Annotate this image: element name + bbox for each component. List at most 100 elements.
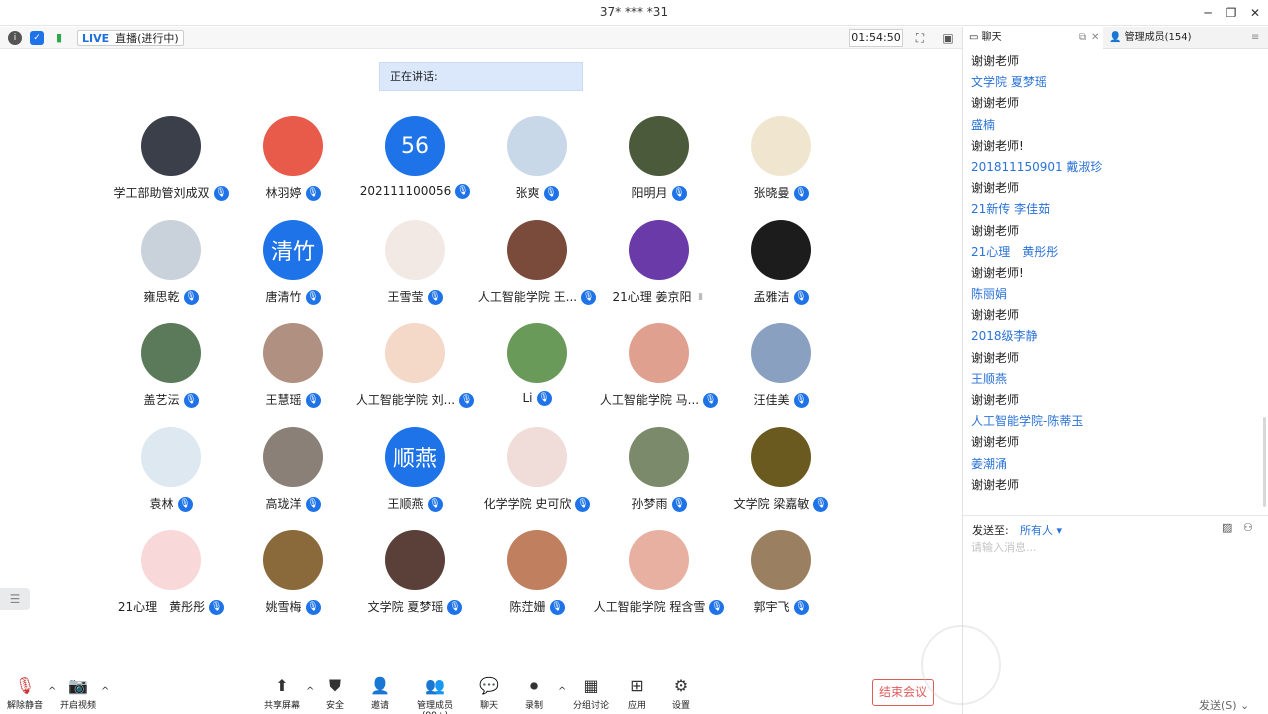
list-toggle-icon[interactable]: ☰ [0, 588, 30, 610]
participant-tile[interactable]: 清竹 唐清竹 🎙 [232, 219, 354, 320]
avatar[interactable] [629, 426, 689, 487]
security-button[interactable]: ⛊ 安全 [310, 676, 360, 711]
participant-tile[interactable]: 张爽 🎙 [476, 116, 598, 216]
participant-tile[interactable]: 王慧瑶 🎙 [232, 323, 354, 423]
apps-button[interactable]: ⊞ 应用 [612, 676, 662, 711]
participant-tile[interactable]: Li 🎙 [476, 323, 598, 423]
avatar[interactable] [751, 219, 811, 280]
participant-tile[interactable]: 张晓曼 🎙 [720, 116, 842, 216]
avatar[interactable] [507, 219, 567, 280]
chat-sender-name[interactable]: 201811150901 戴淑珍 [971, 157, 1261, 178]
chat-scrollbar[interactable] [1263, 417, 1266, 507]
avatar[interactable] [141, 323, 201, 383]
chat-input[interactable] [971, 539, 1261, 689]
avatar[interactable] [629, 323, 689, 383]
tab-chat[interactable]: ▭ 聊天 ⧉ ✕ [963, 27, 1103, 49]
participant-tile[interactable]: 阳明月 🎙 [598, 116, 720, 216]
start-video-button[interactable]: 📷 开启视频 [53, 676, 103, 711]
avatar[interactable] [629, 530, 689, 590]
send-to-dropdown[interactable]: 所有人 ▾ [1020, 522, 1062, 538]
share-screen-button[interactable]: ⬆ 共享屏幕 [257, 676, 307, 711]
avatar[interactable] [263, 323, 323, 383]
chat-sender-name[interactable]: 盛楠 [971, 115, 1261, 136]
video-options-caret-icon[interactable]: ^ [101, 686, 109, 697]
participant-tile[interactable]: 化学学院 史可欣 🎙 [476, 426, 598, 527]
panel-menu-icon[interactable]: ≡ [1251, 27, 1267, 49]
shield-icon[interactable]: ✓ [30, 31, 44, 45]
avatar[interactable] [263, 426, 323, 487]
send-button[interactable]: 发送(S) ⌄ [1199, 697, 1249, 713]
unmute-button[interactable]: 🎙 解除静音 [0, 676, 50, 711]
avatar[interactable] [507, 323, 567, 383]
layout-icon[interactable]: ▣ [940, 30, 956, 46]
participant-tile[interactable]: 高珑洋 🎙 [232, 426, 354, 527]
participant-tile[interactable]: 雍思乾 🎙 [110, 219, 232, 320]
avatar[interactable] [141, 219, 201, 280]
chat-button[interactable]: 💬 聊天 [464, 676, 514, 711]
avatar[interactable] [385, 530, 445, 590]
chat-sender-name[interactable]: 人工智能学院-陈蒂玉 [971, 411, 1261, 432]
avatar[interactable] [751, 323, 811, 383]
avatar[interactable] [507, 116, 567, 176]
manage-members-button[interactable]: 👥 管理成员(99+) [404, 676, 466, 714]
fullscreen-icon[interactable]: ⛶ [912, 30, 928, 46]
chat-sender-name[interactable]: 文学院 夏梦瑶 [971, 72, 1261, 93]
avatar[interactable] [263, 116, 323, 176]
avatar[interactable] [629, 219, 689, 280]
participant-tile[interactable]: 袁林 🎙 [110, 426, 232, 527]
participant-tile[interactable]: 人工智能学院 程含雪 🎙 [594, 530, 725, 630]
participant-tile[interactable]: 王雪莹 🎙 [354, 219, 476, 320]
image-icon[interactable]: ▨ [1222, 521, 1232, 534]
participant-tile[interactable]: 孙梦雨 🎙 [598, 426, 720, 527]
chat-sender-name[interactable]: 姜潮涌 [971, 454, 1261, 475]
participant-tile[interactable]: 盖艺沄 🎙 [110, 323, 232, 423]
participant-tile[interactable]: 人工智能学院 王... 🎙 [476, 219, 598, 320]
participant-tile[interactable]: 陈茳姗 🎙 [476, 530, 598, 630]
invite-button[interactable]: 👤 邀请 [355, 676, 405, 711]
chat-sender-name[interactable]: 21心理 黄彤彤 [971, 242, 1261, 263]
participant-tile[interactable]: 汪佳美 🎙 [720, 323, 842, 423]
avatar[interactable] [263, 530, 323, 590]
chat-sender-name[interactable]: 王顺燕 [971, 369, 1261, 390]
participant-tile[interactable]: 郭宇飞 🎙 [720, 530, 842, 630]
avatar[interactable] [141, 530, 201, 590]
popout-icon[interactable]: ⧉ [1079, 27, 1086, 49]
participant-tile[interactable]: 学工部助管刘成双 🎙 [110, 116, 232, 216]
live-status-badge[interactable]: LIVE 直播(进行中) [77, 30, 184, 46]
user-options-icon[interactable]: ⚇ [1243, 521, 1253, 534]
avatar[interactable] [751, 530, 811, 590]
breakout-button[interactable]: ▦ 分组讨论 [566, 676, 616, 711]
avatar[interactable] [629, 116, 689, 176]
chat-sender-name[interactable]: 2018级李静 [971, 326, 1261, 347]
avatar[interactable] [141, 116, 201, 176]
avatar[interactable]: 清竹 [263, 219, 323, 280]
signal-icon[interactable]: ▮ [52, 31, 66, 45]
participant-tile[interactable]: 顺燕 王顺燕 🎙 [354, 426, 476, 527]
restore-button[interactable]: ❐ [1221, 4, 1241, 22]
avatar[interactable] [385, 219, 445, 280]
close-tab-icon[interactable]: ✕ [1091, 27, 1099, 49]
avatar[interactable]: 56 [385, 116, 445, 176]
participant-tile[interactable]: 姚雪梅 🎙 [232, 530, 354, 630]
chat-sender-name[interactable]: 21新传 李佳茹 [971, 199, 1261, 220]
participant-tile[interactable]: 21心理 黄彤彤 🎙 [110, 530, 232, 630]
record-button[interactable]: ⏺ 录制 [509, 676, 559, 711]
participant-tile[interactable]: 孟雅洁 🎙 [720, 219, 842, 320]
participant-tile[interactable]: 21心理 姜京阳 ▮ [598, 219, 720, 320]
participant-tile[interactable]: 人工智能学院 刘... 🎙 [354, 323, 476, 423]
tab-members[interactable]: 👤 管理成员(154) [1105, 27, 1245, 49]
info-icon[interactable]: i [8, 31, 22, 45]
chat-sender-name[interactable]: 陈丽娟 [971, 284, 1261, 305]
avatar[interactable] [751, 116, 811, 176]
avatar[interactable] [141, 426, 201, 487]
participant-tile[interactable]: 文学院 梁嘉敏 🎙 [720, 426, 842, 527]
avatar[interactable] [751, 426, 811, 487]
participant-tile[interactable]: 文学院 夏梦瑶 🎙 [354, 530, 476, 630]
avatar[interactable]: 顺燕 [385, 426, 445, 487]
close-button[interactable]: ✕ [1245, 4, 1265, 22]
settings-button[interactable]: ⚙ 设置 [656, 676, 706, 711]
avatar[interactable] [385, 323, 445, 383]
participant-tile[interactable]: 林羽婷 🎙 [232, 116, 354, 216]
avatar[interactable] [507, 530, 567, 590]
participant-tile[interactable]: 56 202111100056 🎙 [354, 116, 476, 216]
